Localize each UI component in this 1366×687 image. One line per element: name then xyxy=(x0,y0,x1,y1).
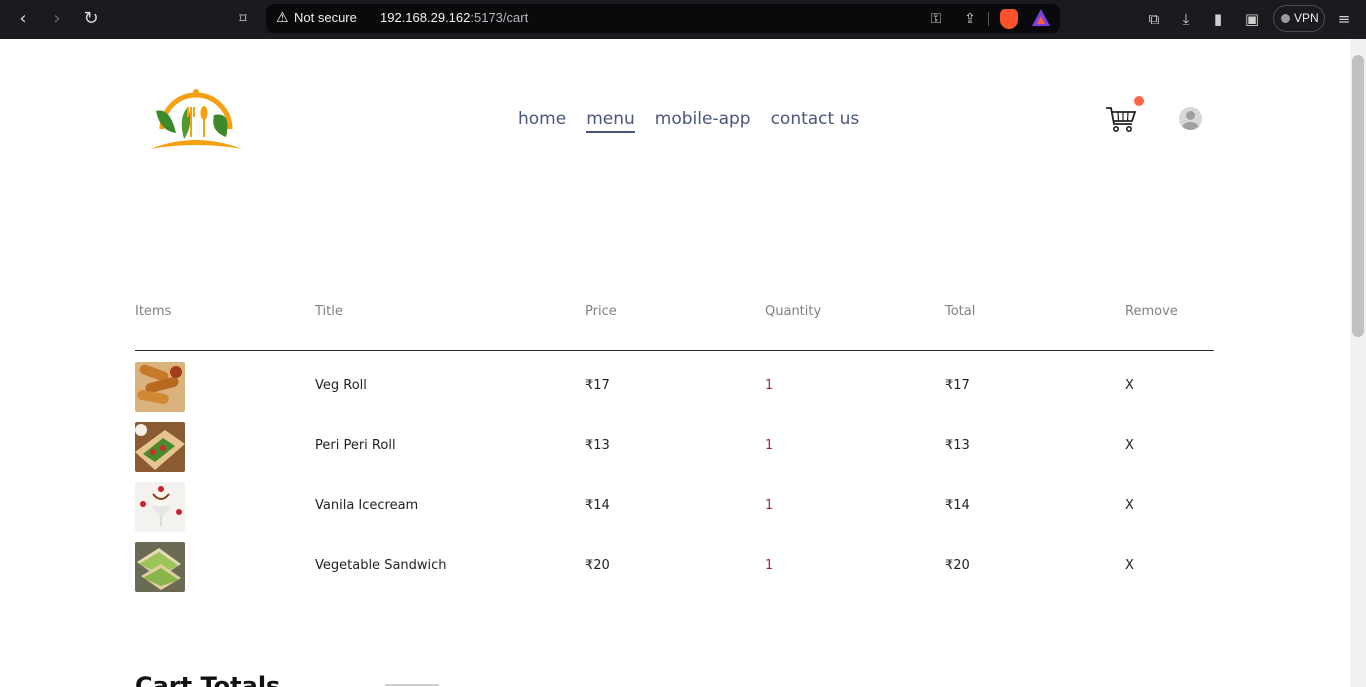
cart-notification-dot xyxy=(1134,96,1144,106)
remove-item-button[interactable]: X xyxy=(1125,498,1134,513)
item-total: ₹20 xyxy=(945,558,970,573)
item-total: ₹13 xyxy=(945,438,970,453)
cart-table-header: Items Title Price Quantity Total Remove xyxy=(135,304,1214,324)
header-price: Price xyxy=(585,304,617,319)
header-remove: Remove xyxy=(1125,304,1178,319)
item-price: ₹13 xyxy=(585,438,610,453)
item-quantity: 1 xyxy=(765,438,774,453)
item-quantity: 1 xyxy=(765,498,774,513)
remove-item-button[interactable]: X xyxy=(1125,378,1134,393)
extensions-icon[interactable]: ⧉ xyxy=(1143,8,1165,30)
item-quantity: 1 xyxy=(765,378,774,393)
brave-shield-icon[interactable] xyxy=(1000,9,1018,29)
forward-icon[interactable]: › xyxy=(46,8,68,30)
cart-row: Peri Peri Roll ₹13 1 ₹13 X xyxy=(135,422,1214,472)
cart-row: Veg Roll ₹17 1 ₹17 X xyxy=(135,362,1214,412)
header-divider xyxy=(135,350,1214,351)
sidebar-icon[interactable]: ▮ xyxy=(1207,8,1229,30)
nav-link-home[interactable]: home xyxy=(518,109,566,133)
remove-item-button[interactable]: X xyxy=(1125,438,1134,453)
remove-item-button[interactable]: X xyxy=(1125,558,1134,573)
nav-link-menu[interactable]: menu xyxy=(586,109,635,133)
vanila-icecream-image xyxy=(135,482,185,532)
nav-link-mobile-app[interactable]: mobile-app xyxy=(655,109,751,133)
warning-icon: ⚠ xyxy=(276,10,289,26)
address-bar[interactable]: ⚠ Not secure 192.168.29.162:5173/cart ⚿ … xyxy=(266,4,1060,33)
item-quantity: 1 xyxy=(765,558,774,573)
divider xyxy=(385,684,439,686)
bookmark-icon[interactable]: ⌑ xyxy=(232,8,254,30)
item-total: ₹14 xyxy=(945,498,970,513)
item-title: Vegetable Sandwich xyxy=(315,558,447,573)
download-icon[interactable]: ⤓ xyxy=(1175,8,1197,30)
main-nav: home menu mobile-app contact us xyxy=(518,109,859,133)
key-icon[interactable]: ⚿ xyxy=(926,9,946,29)
wallet-icon[interactable]: ▣ xyxy=(1241,8,1263,30)
divider xyxy=(988,12,989,26)
logo-icon[interactable] xyxy=(148,87,244,153)
share-icon[interactable]: ⇪ xyxy=(960,9,980,29)
item-title: Vanila Icecream xyxy=(315,498,419,513)
item-title: Peri Peri Roll xyxy=(315,438,396,453)
item-total: ₹17 xyxy=(945,378,970,393)
back-icon[interactable]: ‹ xyxy=(12,8,34,30)
item-title: Veg Roll xyxy=(315,378,367,393)
item-price: ₹14 xyxy=(585,498,610,513)
browser-toolbar: ‹ › ↻ ⌑ ⚠ Not secure 192.168.29.162:5173… xyxy=(0,0,1366,39)
profile-avatar[interactable] xyxy=(1179,107,1202,130)
header-total: Total xyxy=(945,304,976,319)
cart-totals-heading: Cart Totals xyxy=(135,672,281,687)
header-quantity: Quantity xyxy=(765,304,822,319)
menu-icon[interactable]: ≡ xyxy=(1333,8,1355,30)
vegetable-sandwich-image xyxy=(135,542,185,592)
url-text[interactable]: 192.168.29.162:5173/cart xyxy=(380,10,528,25)
security-label[interactable]: Not secure xyxy=(294,10,357,25)
header-title: Title xyxy=(315,304,343,319)
cart-row: Vanila Icecream ₹14 1 ₹14 X xyxy=(135,482,1214,532)
scrollbar-thumb[interactable] xyxy=(1352,55,1364,337)
reload-icon[interactable]: ↻ xyxy=(80,8,102,30)
item-price: ₹17 xyxy=(585,378,610,393)
vpn-button[interactable]: VPN xyxy=(1273,5,1325,32)
page-scrollbar[interactable] xyxy=(1350,39,1366,687)
page-content: home menu mobile-app contact us Items Ti… xyxy=(0,39,1350,687)
peri-peri-roll-image xyxy=(135,422,185,472)
nav-link-contact-us[interactable]: contact us xyxy=(771,109,860,133)
item-price: ₹20 xyxy=(585,558,610,573)
brave-rewards-icon[interactable] xyxy=(1032,9,1050,26)
basket-icon[interactable] xyxy=(1105,102,1137,134)
veg-roll-image xyxy=(135,362,185,412)
cart-row: Vegetable Sandwich ₹20 1 ₹20 X xyxy=(135,542,1214,592)
header-items: Items xyxy=(135,304,172,319)
